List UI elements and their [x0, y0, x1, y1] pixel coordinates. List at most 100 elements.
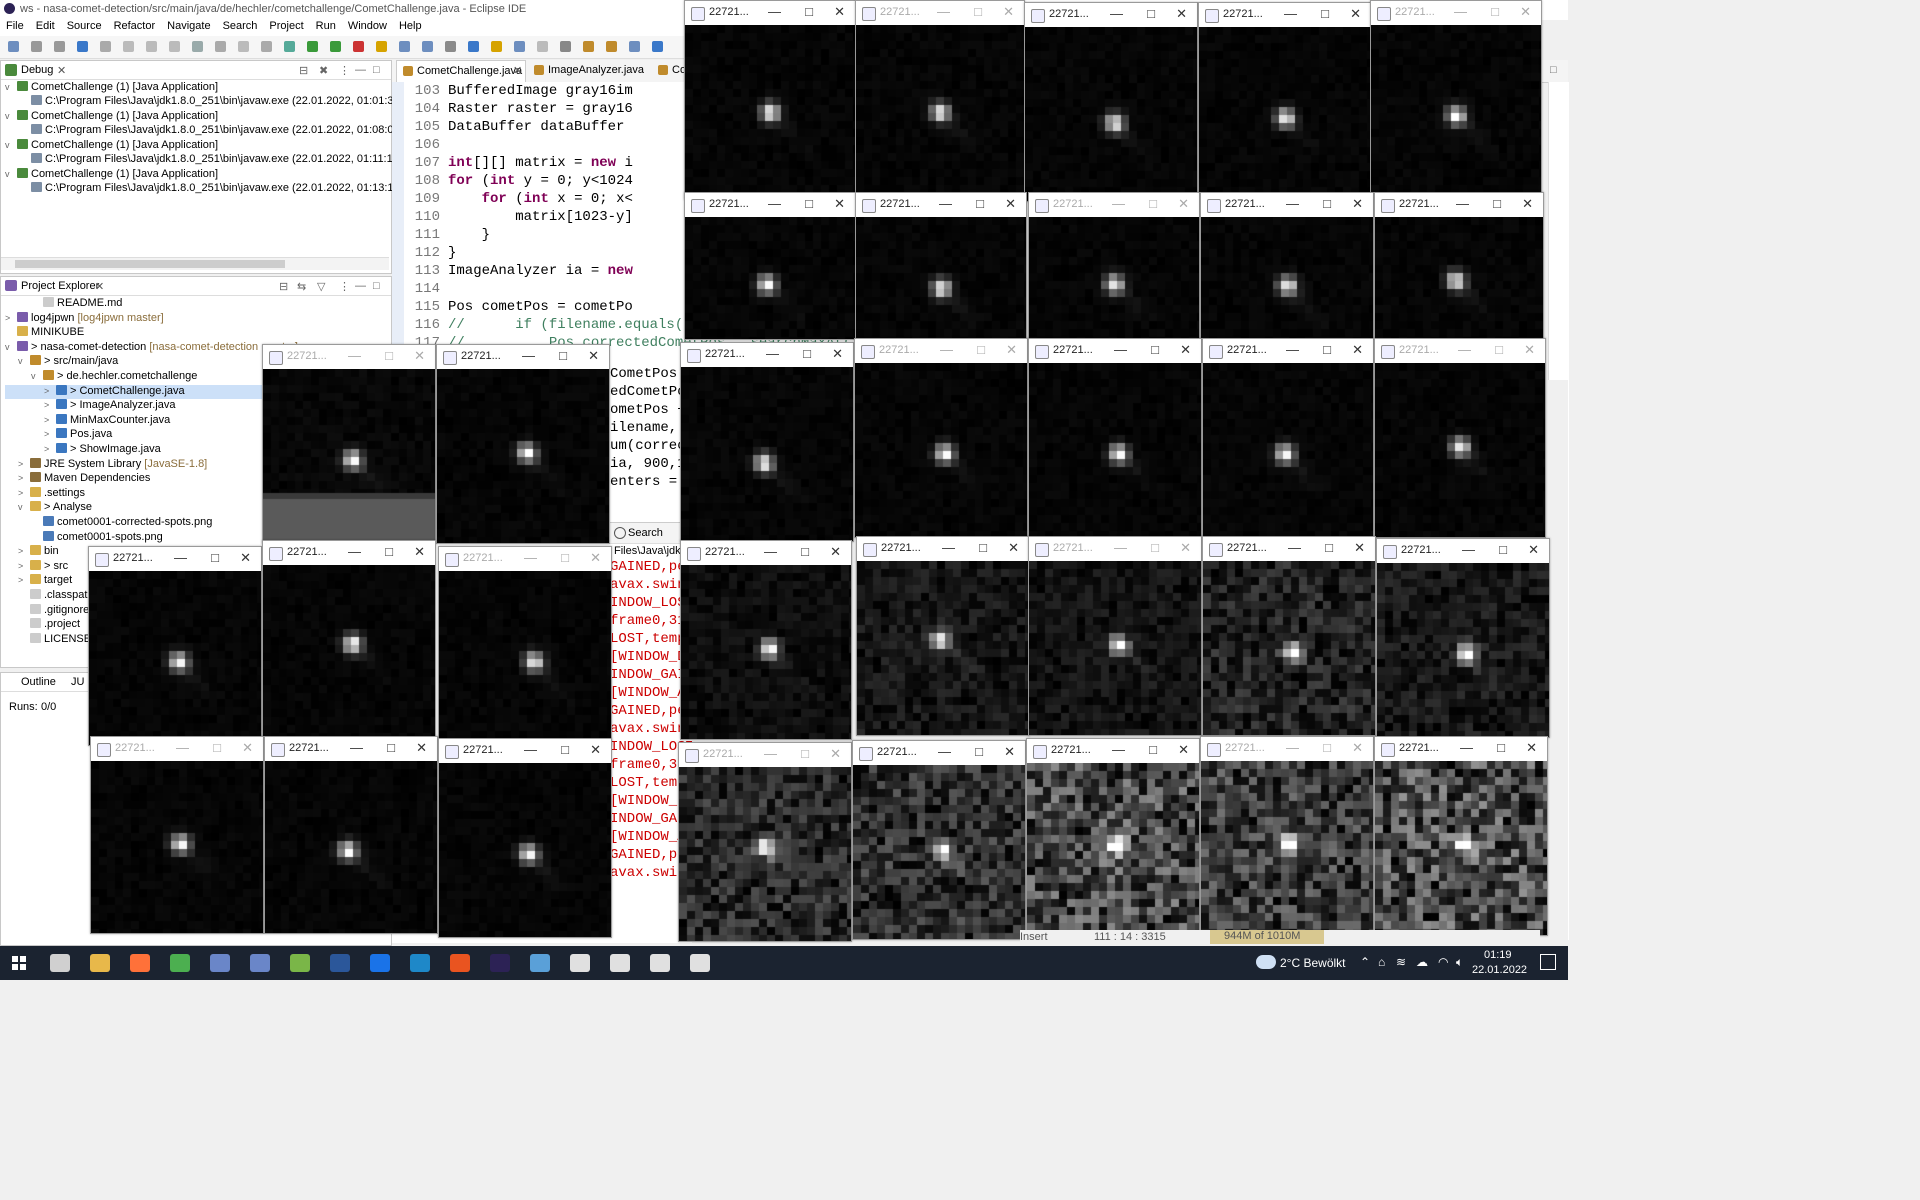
new-icon[interactable] [8, 41, 19, 52]
image-window-title-bar[interactable]: 22721... — □ ✕ [1375, 193, 1543, 217]
maximize-icon[interactable]: □ [213, 740, 221, 755]
minimize-view-icon[interactable]: — [355, 64, 366, 76]
maximize-icon[interactable]: □ [1321, 6, 1329, 21]
external-tools-icon[interactable] [353, 41, 364, 52]
image-window[interactable]: 22721... — □ ✕ [684, 0, 856, 200]
image-window[interactable]: 22721... — □ ✕ [264, 736, 438, 934]
tab-imageanalyzer[interactable]: ImageAnalyzer.java [528, 60, 646, 82]
close-icon[interactable]: ✕ [1006, 342, 1017, 358]
code-line-fragment[interactable]: CometPos [610, 366, 677, 382]
debug-process[interactable]: C:\Program Files\Java\jdk1.8.0_251\bin\j… [31, 153, 403, 167]
code-line[interactable]: Raster raster = gray16 [448, 101, 633, 117]
chevron-up-icon[interactable]: ⌃ [1360, 955, 1370, 969]
minimize-icon[interactable]: — [1462, 542, 1475, 557]
maximize-view-icon[interactable]: □ [373, 280, 380, 292]
image-window-title-bar[interactable]: 22721... — □ ✕ [681, 541, 851, 565]
image-window[interactable]: 22721... — □ ✕ [684, 192, 856, 340]
minimize-icon[interactable]: — [1112, 196, 1125, 211]
image-window[interactable]: 22721... — □ ✕ [854, 338, 1028, 538]
image-window-title-bar[interactable]: 22721... — □ ✕ [1203, 537, 1375, 561]
minimize-icon[interactable]: — [940, 342, 953, 357]
tree-item[interactable]: > JRE System Library [JavaSE-1.8] [5, 457, 207, 472]
image-window[interactable]: 22721... — □ ✕ [1376, 538, 1550, 738]
maximize-icon[interactable]: □ [385, 348, 393, 363]
minimize-view-icon[interactable]: — [355, 280, 366, 292]
code-line-fragment[interactable]: enters = [610, 474, 677, 490]
network-icon[interactable]: ⌂ [1378, 955, 1385, 969]
maximize-icon[interactable]: □ [974, 4, 982, 19]
code-line-fragment[interactable]: edCometPo [610, 384, 686, 400]
minimize-icon[interactable]: — [1460, 740, 1473, 755]
chevron-right-icon[interactable]: > [44, 386, 56, 396]
image-window-title-bar[interactable]: 22721... — □ ✕ [89, 547, 261, 571]
code-line[interactable]: for (int y = 0; y<1024 [448, 173, 633, 189]
image-window[interactable]: 22721... — □ ✕ [852, 740, 1026, 940]
image-window[interactable]: 22721... — □ ✕ [436, 344, 610, 544]
menu-source[interactable]: Source [61, 18, 108, 36]
maximize-icon[interactable]: □ [1149, 742, 1157, 757]
close-icon[interactable]: ✕ [1008, 540, 1019, 556]
image-window-title-bar[interactable]: 22721... — □ ✕ [263, 345, 435, 369]
previous-annotation-icon[interactable] [606, 41, 617, 52]
maximize-icon[interactable]: □ [385, 544, 393, 559]
tree-item[interactable]: v > src/main/java [5, 355, 118, 369]
tree-item[interactable]: v > de.hechler.cometchallenge [5, 370, 197, 384]
close-icon[interactable]: ✕ [1352, 196, 1363, 212]
close-icon[interactable]: ✕ [590, 550, 601, 566]
tab-search[interactable]: Search [628, 527, 663, 539]
close-icon[interactable]: ✕ [1178, 196, 1189, 212]
code-line[interactable]: } [448, 227, 490, 243]
close-icon[interactable]: ✕ [95, 280, 104, 293]
menu-help[interactable]: Help [393, 18, 428, 36]
close-icon[interactable]: ✕ [1178, 742, 1189, 758]
menu-edit[interactable]: Edit [30, 18, 61, 36]
chevron-down-icon[interactable]: v [18, 356, 30, 366]
notepad-icon[interactable] [290, 954, 310, 972]
image-window[interactable]: 22721... — □ ✕ [1374, 338, 1546, 538]
image-window-title-bar[interactable]: 22721... — □ ✕ [1203, 339, 1373, 363]
tree-item[interactable]: .classpath [5, 589, 94, 603]
image-window[interactable]: 22721... — □ ✕ [680, 342, 854, 542]
open-type-icon[interactable] [445, 41, 456, 52]
chevron-right-icon[interactable]: > [18, 488, 30, 498]
menu-window[interactable]: Window [342, 18, 393, 36]
java-icon[interactable] [610, 954, 630, 972]
minimize-icon[interactable]: — [1286, 196, 1299, 211]
chevron-down-icon[interactable]: v [18, 502, 30, 512]
maximize-icon[interactable]: □ [1323, 196, 1331, 211]
minimize-icon[interactable]: — [176, 740, 189, 755]
coverage-icon[interactable] [330, 41, 341, 52]
maximize-icon[interactable]: □ [805, 196, 813, 211]
close-icon[interactable]: ✕ [414, 348, 425, 364]
app-icon[interactable] [530, 954, 550, 972]
tree-item[interactable]: > > ShowImage.java [5, 443, 161, 457]
maximize-icon[interactable]: □ [1149, 196, 1157, 211]
menu-project[interactable]: Project [263, 18, 309, 36]
close-icon[interactable]: ✕ [1528, 542, 1539, 558]
wifi-signal-icon[interactable]: ◠ [1438, 955, 1448, 969]
minimize-icon[interactable]: — [939, 196, 952, 211]
collapse-all-icon[interactable]: ⊟ [299, 64, 308, 77]
maximize-icon[interactable]: □ [805, 4, 813, 19]
chevron-right-icon[interactable]: > [44, 429, 56, 439]
image-window-title-bar[interactable]: 22721... — □ ✕ [1375, 339, 1545, 363]
edge-icon[interactable] [410, 954, 430, 972]
firefox-icon[interactable] [130, 954, 150, 972]
clock-time[interactable]: 01:19 [1484, 949, 1512, 961]
image-window[interactable]: 22721... — □ ✕ [1200, 736, 1374, 936]
image-window[interactable]: 22721... — □ ✕ [1028, 536, 1202, 736]
close-icon[interactable]: ✕ [1180, 342, 1191, 358]
chevron-down-icon[interactable]: v [5, 111, 17, 121]
close-icon[interactable]: ✕ [1526, 740, 1537, 756]
close-icon[interactable]: ✕ [830, 544, 841, 560]
image-window[interactable]: 22721... — □ ✕ [438, 546, 612, 746]
image-window[interactable]: 22721... — □ ✕ [678, 742, 852, 942]
image-window-title-bar[interactable]: 22721... — □ ✕ [265, 737, 437, 761]
image-window-title-bar[interactable]: 22721... — □ ✕ [855, 339, 1027, 363]
close-icon[interactable]: ✕ [1005, 196, 1016, 212]
debug-process[interactable]: C:\Program Files\Java\jdk1.8.0_251\bin\j… [31, 95, 403, 109]
volume-icon[interactable]: 🔈︎ [1456, 955, 1463, 970]
minimize-icon[interactable]: — [937, 4, 950, 19]
image-window-title-bar[interactable]: 22721... — □ ✕ [1025, 3, 1197, 27]
step-over-icon[interactable] [238, 41, 249, 52]
